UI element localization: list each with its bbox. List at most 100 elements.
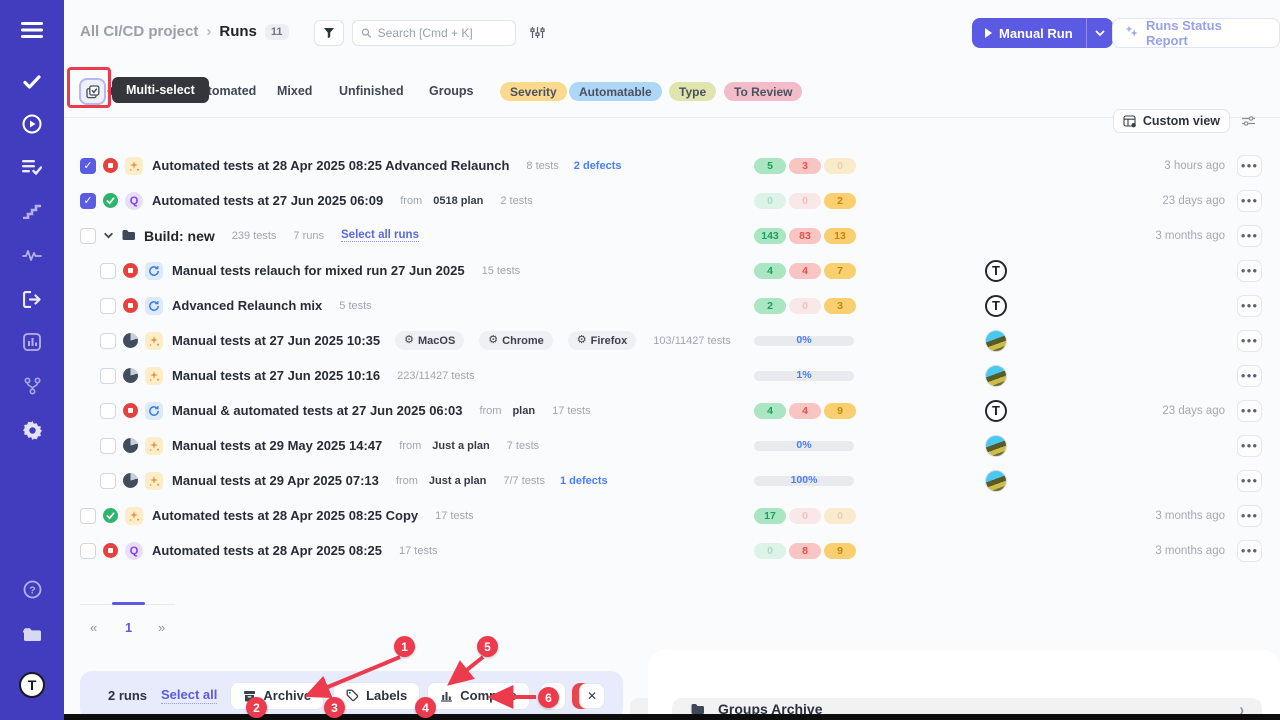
assignee-avatar bbox=[985, 470, 1007, 492]
plan-name: 0518 plan bbox=[433, 195, 483, 207]
group-title[interactable]: Build: new bbox=[144, 228, 215, 244]
row-checkbox[interactable] bbox=[100, 298, 116, 314]
close-selection-button[interactable]: ✕ bbox=[579, 683, 605, 709]
run-title[interactable]: Manual tests at 29 Apr 2025 07:13 bbox=[172, 473, 379, 488]
from-label: from bbox=[396, 475, 418, 487]
svg-text:T: T bbox=[28, 677, 37, 693]
run-title[interactable]: Automated tests at 27 Jun 2025 06:09 bbox=[152, 193, 383, 208]
row-checkbox[interactable] bbox=[100, 438, 116, 454]
row-more-button[interactable]: ●●● bbox=[1237, 540, 1262, 562]
row-more-button[interactable]: ●●● bbox=[1237, 400, 1262, 422]
row-more-button[interactable]: ●●● bbox=[1237, 295, 1262, 317]
row-checkbox[interactable] bbox=[100, 263, 116, 279]
branch-icon[interactable] bbox=[0, 371, 64, 401]
defects-link[interactable]: 1 defects bbox=[560, 475, 608, 487]
row-checkbox[interactable] bbox=[100, 333, 116, 349]
runs-status-report-button[interactable]: Runs Status Report bbox=[1112, 18, 1280, 48]
labels-button[interactable]: Labels bbox=[333, 682, 420, 710]
row-checkbox[interactable] bbox=[100, 473, 116, 489]
compare-button[interactable]: Compare bbox=[427, 682, 529, 710]
from-label: from bbox=[399, 440, 421, 452]
run-title[interactable]: Advanced Relaunch mix bbox=[172, 298, 322, 313]
run-title[interactable]: Automated tests at 28 Apr 2025 08:25 bbox=[152, 543, 382, 558]
run-title[interactable]: Manual & automated tests at 27 Jun 2025 … bbox=[172, 403, 462, 418]
milestones-icon[interactable] bbox=[0, 196, 64, 226]
search-box[interactable] bbox=[352, 20, 516, 46]
assignee-avatar: T bbox=[985, 295, 1007, 317]
help-icon[interactable]: ? bbox=[0, 574, 64, 604]
row-more-button[interactable]: ●●● bbox=[1237, 505, 1262, 527]
pagination-page-1[interactable]: 1 bbox=[125, 620, 132, 635]
tab-groups[interactable]: Groups bbox=[429, 84, 473, 98]
tests-count: 17 tests bbox=[435, 510, 474, 522]
env-badge-macos: ⚙MacOS bbox=[395, 331, 464, 350]
row-more-button[interactable]: ●●● bbox=[1237, 225, 1262, 247]
search-input[interactable] bbox=[378, 26, 507, 40]
row-checkbox[interactable] bbox=[80, 508, 96, 524]
archive-button[interactable]: Archive bbox=[230, 682, 324, 710]
view-settings-icon[interactable] bbox=[1241, 114, 1256, 132]
row-checkbox[interactable]: ✓ bbox=[80, 158, 96, 174]
from-label: from bbox=[400, 195, 422, 207]
settings-gear-icon[interactable] bbox=[0, 415, 64, 445]
result-pills: 1700 bbox=[754, 508, 856, 524]
defects-link[interactable]: 2 defects bbox=[574, 160, 622, 172]
filter-button[interactable] bbox=[314, 20, 344, 46]
assignee-avatar: T bbox=[985, 260, 1007, 282]
manual-run-split-button[interactable]: Manual Run bbox=[972, 18, 1113, 48]
gear-icon: ⚙ bbox=[577, 335, 587, 346]
pagination-next[interactable]: » bbox=[158, 620, 165, 635]
filter-chip-to-review[interactable]: To Review bbox=[724, 82, 802, 101]
run-title[interactable]: Manual tests at 29 May 2025 14:47 bbox=[172, 438, 382, 453]
chevron-down-icon[interactable] bbox=[103, 230, 114, 241]
row-more-button[interactable]: ●●● bbox=[1237, 155, 1262, 177]
tab-unfinished[interactable]: Unfinished bbox=[339, 84, 404, 98]
manual-run-button[interactable]: Manual Run bbox=[972, 18, 1086, 48]
qase-automation-icon: Q bbox=[125, 192, 143, 210]
reports-icon[interactable] bbox=[0, 327, 64, 357]
row-more-button[interactable]: ●●● bbox=[1237, 190, 1262, 212]
test-cases-icon[interactable] bbox=[0, 152, 64, 182]
checkmark-icon[interactable] bbox=[0, 67, 64, 97]
filter-chip-automatable[interactable]: Automatable bbox=[569, 82, 662, 101]
projects-folder-icon[interactable] bbox=[0, 619, 64, 649]
pagination-prev[interactable]: « bbox=[90, 620, 97, 635]
annotation-step-3: 3 bbox=[324, 697, 345, 718]
run-title[interactable]: Manual tests relauch for mixed run 27 Ju… bbox=[172, 263, 465, 278]
activity-icon[interactable] bbox=[0, 240, 64, 270]
row-more-button[interactable]: ●●● bbox=[1237, 260, 1262, 282]
row-timestamp: 23 days ago bbox=[1162, 195, 1225, 207]
runs-count: 7 runs bbox=[293, 230, 324, 242]
result-pills: 089 bbox=[754, 543, 856, 559]
play-circle-icon[interactable] bbox=[0, 109, 64, 139]
sign-in-icon[interactable] bbox=[0, 284, 64, 314]
row-more-button[interactable]: ●●● bbox=[1237, 435, 1262, 457]
multi-select-tooltip: Multi-select bbox=[112, 77, 209, 103]
breadcrumb-project[interactable]: All CI/CD project bbox=[80, 23, 198, 40]
filter-chip-severity[interactable]: Severity bbox=[500, 82, 567, 101]
run-title[interactable]: Automated tests at 28 Apr 2025 08:25 Adv… bbox=[152, 158, 509, 173]
run-title[interactable]: Manual tests at 27 Jun 2025 10:16 bbox=[172, 368, 380, 383]
filter-chip-type[interactable]: Type bbox=[669, 82, 716, 101]
row-more-button[interactable]: ●●● bbox=[1237, 470, 1262, 492]
manual-run-dropdown[interactable] bbox=[1086, 18, 1113, 48]
row-more-button[interactable]: ●●● bbox=[1237, 365, 1262, 387]
tab-mixed[interactable]: Mixed bbox=[277, 84, 312, 98]
row-checkbox[interactable] bbox=[80, 228, 96, 244]
row-checkbox[interactable]: ✓ bbox=[80, 193, 96, 209]
user-avatar[interactable]: T bbox=[0, 670, 64, 700]
status-failed-icon bbox=[123, 263, 138, 278]
row-more-button[interactable]: ●●● bbox=[1237, 330, 1262, 352]
row-checkbox[interactable] bbox=[100, 403, 116, 419]
run-title[interactable]: Automated tests at 28 Apr 2025 08:25 Cop… bbox=[152, 508, 418, 523]
custom-view-button[interactable]: Custom view bbox=[1113, 109, 1230, 133]
progress-percent: 100% bbox=[754, 474, 854, 486]
search-settings-icon[interactable] bbox=[530, 26, 545, 44]
hamburger-menu-icon[interactable] bbox=[0, 15, 64, 45]
select-all-runs-link[interactable]: Select all runs bbox=[341, 229, 419, 242]
row-checkbox[interactable] bbox=[100, 368, 116, 384]
multi-select-button[interactable] bbox=[79, 78, 106, 105]
select-all-link[interactable]: Select all bbox=[161, 687, 217, 704]
row-checkbox[interactable] bbox=[80, 543, 96, 559]
run-title[interactable]: Manual tests at 27 Jun 2025 10:35 bbox=[172, 333, 380, 348]
